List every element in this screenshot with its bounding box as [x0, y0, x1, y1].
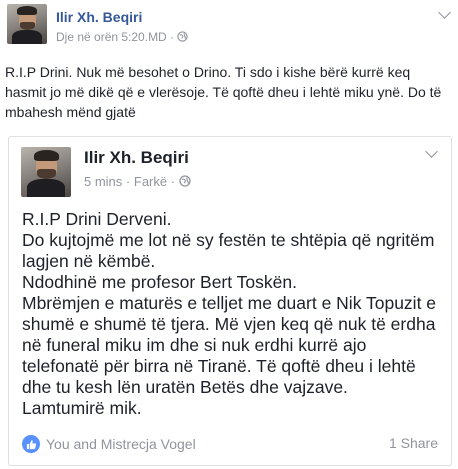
shared-text-line: në funeral miku im dhe si nuk erdhi kurr…: [22, 335, 367, 355]
shared-post-meta: 5 mins · Farkë ·: [84, 174, 191, 189]
post-text: R.I.P Drini. Nuk më besohet o Drino. Ti …: [5, 62, 453, 122]
shared-post-text: R.I.P Drini Derveni. Do kujtojmë me lot …: [22, 209, 442, 419]
shared-text-line: Ndodhinë me profesor Bert Toskën.: [22, 272, 297, 292]
post-timestamp[interactable]: Dje në orën 5:20.MD: [56, 30, 167, 44]
author-name[interactable]: Ilir Xh. Beqiri: [56, 9, 142, 25]
shared-post-time[interactable]: 5 mins: [84, 174, 122, 189]
reactions-summary[interactable]: You and Mistrecja Vogel: [22, 435, 196, 453]
shared-author-avatar[interactable]: [21, 147, 71, 197]
shared-text-line: telefonatë për birra në Tiranë. Të qoftë…: [22, 356, 416, 376]
meta-separator: ·: [125, 174, 131, 189]
globe-icon[interactable]: [179, 175, 191, 187]
post-menu-chevron-down-icon[interactable]: [438, 6, 451, 19]
shared-author-name[interactable]: Ilir Xh. Beqiri: [84, 148, 189, 168]
shared-post-card[interactable]: Ilir Xh. Beqiri 5 mins · Farkë · R.I.P D…: [8, 136, 452, 466]
shared-post-location[interactable]: Farkë: [134, 174, 167, 189]
meta-separator: ·: [170, 30, 175, 44]
shared-text-line: dhe tu kesh lën uratën Betës dhe vajzave…: [22, 377, 348, 397]
post-meta: Dje në orën 5:20.MD ·: [56, 30, 189, 44]
globe-icon[interactable]: [177, 31, 189, 42]
shared-text-line: Lamtumirë mik.: [22, 398, 142, 418]
shared-text-line: Mbrëmjen e maturës e telljet me duart e …: [22, 293, 437, 313]
thumbs-up-icon: [22, 435, 40, 453]
post-text-line: mbahesh mënd gjatë: [5, 104, 136, 120]
post-text-line: R.I.P Drini. Nuk më besohet o Drino. Ti …: [5, 64, 411, 80]
shared-text-line: shumë e shumë të tjera. Më vjen keq që n…: [22, 314, 436, 334]
share-count[interactable]: 1 Share: [389, 435, 438, 451]
reactions-label[interactable]: You and Mistrecja Vogel: [46, 436, 196, 452]
shared-text-line: lagjen në këmbë.: [22, 251, 156, 271]
shared-text-line: Do kujtojmë me lot në sy festën te shtëp…: [22, 230, 435, 250]
shared-text-line: R.I.P Drini Derveni.: [22, 209, 172, 229]
post-text-line: hasmit jo më dikë që e vlerësoje. Të qof…: [5, 84, 442, 100]
meta-separator: ·: [170, 174, 176, 189]
author-avatar[interactable]: [7, 4, 47, 44]
shared-post-menu-chevron-down-icon[interactable]: [425, 145, 438, 158]
